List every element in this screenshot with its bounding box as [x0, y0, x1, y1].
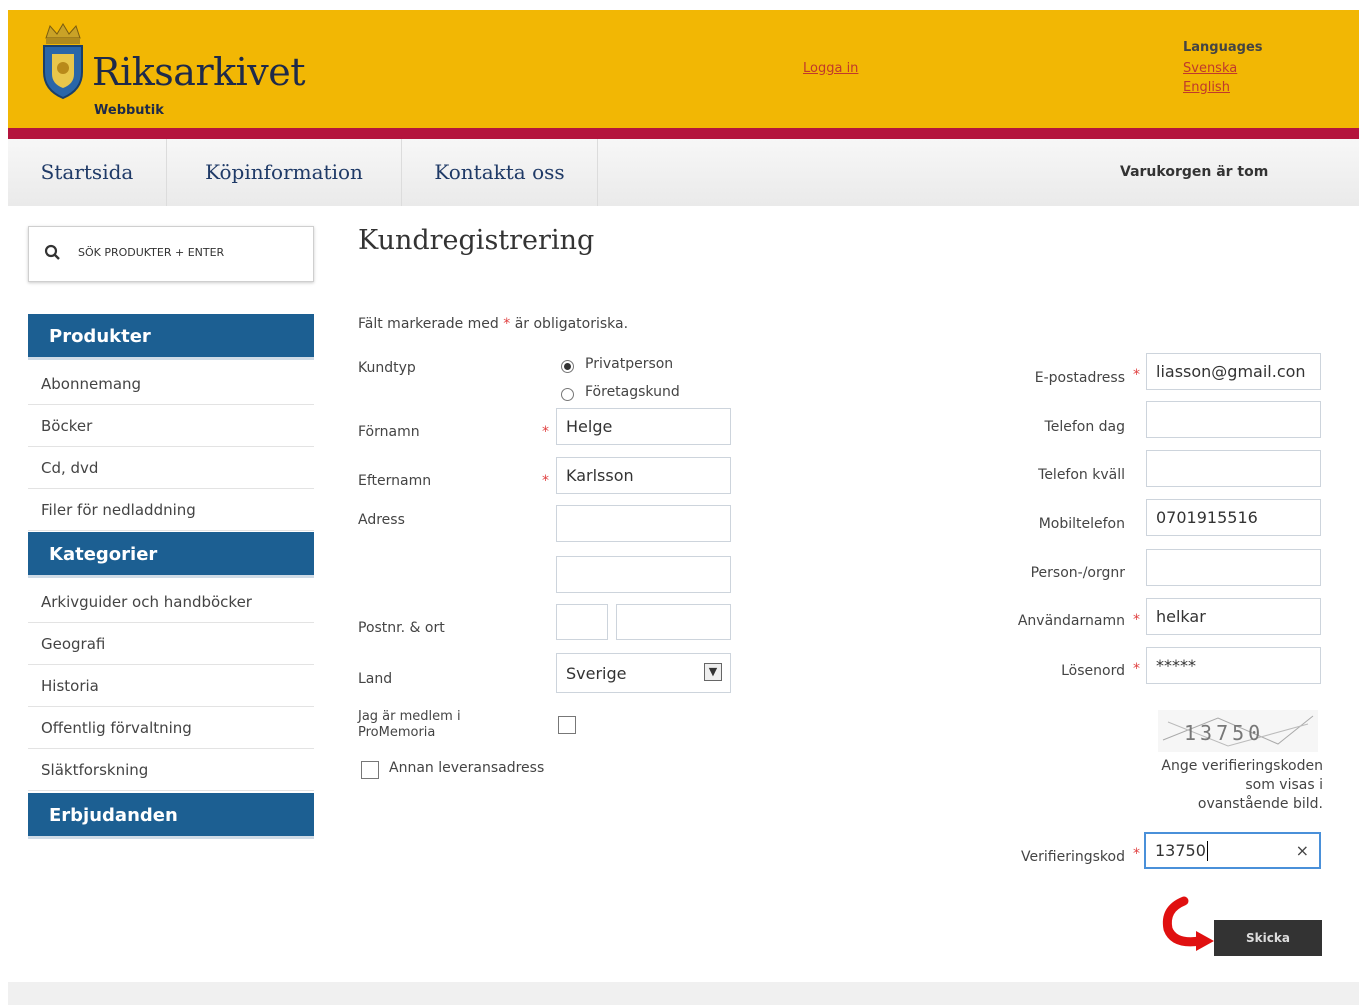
required-asterisk: * [1133, 612, 1140, 628]
telefon-dag-label: Telefon dag [1044, 419, 1125, 435]
radio-foretagskund-label[interactable]: Företagskund [585, 384, 680, 400]
sidebar-item-cd-dvd[interactable]: Cd, dvd [28, 447, 314, 489]
losenord-label: Lösenord [1061, 663, 1125, 679]
mobiltelefon-label: Mobiltelefon [1038, 516, 1125, 532]
verifieringskod-label: Verifieringskod [1021, 849, 1125, 865]
verifieringskod-value: 13750 [1155, 841, 1206, 860]
required-asterisk: * [1133, 661, 1140, 677]
login-link[interactable]: Logga in [803, 61, 858, 76]
sidebar-item-bocker[interactable]: Böcker [28, 405, 314, 447]
required-asterisk: * [503, 316, 511, 332]
epost-input[interactable]: liasson@gmail.con [1146, 353, 1321, 390]
header-divider [8, 128, 1359, 139]
adress-label: Adress [358, 512, 405, 528]
languages-heading: Languages [1183, 40, 1263, 55]
medlem-checkbox[interactable] [558, 716, 576, 734]
captcha-help-text: Ange verifieringskoden som visas i ovans… [1161, 758, 1323, 812]
coat-of-arms-icon [43, 23, 83, 100]
required-note-start: Fält markerade med [358, 316, 499, 332]
text-cursor [1206, 840, 1208, 861]
nav-tab-startsida[interactable]: Startsida [8, 139, 167, 206]
annan-leveransadress-label[interactable]: Annan leveransadress [389, 760, 544, 776]
sidebar-item-historia[interactable]: Historia [28, 665, 314, 707]
nav-tab-kopinformation[interactable]: Köpinformation [167, 139, 402, 206]
sidebar-item-abonnemang[interactable]: Abonnemang [28, 363, 314, 405]
verifieringskod-input[interactable]: 13750 × [1144, 832, 1321, 869]
person-orgnr-label: Person-/orgnr [1030, 565, 1125, 581]
person-orgnr-input[interactable] [1146, 549, 1321, 586]
telefon-dag-input[interactable] [1146, 401, 1321, 438]
sidebar-heading-produkter[interactable]: Produkter [28, 314, 314, 360]
cart-status[interactable]: Varukorgen är tom [1120, 164, 1268, 180]
page-title: Kundregistrering [358, 225, 595, 256]
nav-tab-kontakta-oss[interactable]: Kontakta oss [402, 139, 598, 206]
radio-privatperson[interactable] [561, 360, 574, 373]
efternamn-input[interactable]: Karlsson [556, 457, 731, 494]
postnr-ort-label: Postnr. & ort [358, 620, 445, 636]
mobiltelefon-input[interactable]: 0701915516 [1146, 499, 1321, 536]
sidebar-item-geografi[interactable]: Geografi [28, 623, 314, 665]
annan-leveransadress-checkbox[interactable] [361, 761, 379, 779]
efternamn-label: Efternamn [358, 473, 432, 489]
fornamn-input[interactable]: Helge [556, 408, 731, 445]
adress-input-1[interactable] [556, 505, 731, 542]
sidebar-item-filer[interactable]: Filer för nedladdning [28, 489, 314, 531]
required-note-end: är obligatoriska. [514, 316, 629, 332]
radio-privatperson-label[interactable]: Privatperson [585, 356, 673, 372]
site-logo-text[interactable]: Riksarkivet [92, 50, 306, 94]
captcha-code-text: 13750 [1184, 721, 1264, 745]
language-swedish-link[interactable]: Svenska [1183, 61, 1237, 76]
sidebar-item-slaktforskning[interactable]: Släktforskning [28, 749, 314, 791]
language-english-link[interactable]: English [1183, 80, 1230, 95]
required-asterisk: * [1133, 846, 1140, 862]
required-asterisk: * [1133, 367, 1140, 383]
epost-label: E-postadress [1034, 370, 1125, 386]
kundtyp-label: Kundtyp [358, 360, 416, 376]
chevron-down-icon[interactable]: ▼ [704, 663, 722, 681]
search-icon [44, 244, 60, 260]
fornamn-label: Förnamn [358, 424, 420, 440]
submit-button[interactable]: Skicka [1214, 920, 1322, 956]
medlem-label: Jag är medlem i ProMemoria [358, 709, 461, 740]
telefon-kvall-label: Telefon kväll [1038, 467, 1125, 483]
site-logo-subtitle: Webbutik [94, 103, 164, 118]
postnr-input[interactable] [556, 604, 608, 640]
required-asterisk: * [542, 424, 549, 440]
curved-arrow-icon [1162, 896, 1214, 951]
clear-icon[interactable]: × [1296, 841, 1309, 860]
required-note: Fält markerade med * är obligatoriska. [358, 316, 628, 332]
sidebar-item-offentlig-forvaltning[interactable]: Offentlig förvaltning [28, 707, 314, 749]
page-footer [8, 982, 1359, 1005]
search-input[interactable]: SÖK PRODUKTER + ENTER [78, 246, 224, 259]
anvandarnamn-label: Användarnamn [1017, 613, 1125, 629]
adress-input-2[interactable] [556, 556, 731, 593]
anvandarnamn-input[interactable]: helkar [1146, 598, 1321, 635]
required-asterisk: * [542, 473, 549, 489]
land-label: Land [358, 671, 393, 687]
land-select[interactable]: Sverige ▼ [556, 653, 731, 693]
ort-input[interactable] [616, 604, 731, 640]
sidebar-heading-erbjudanden[interactable]: Erbjudanden [28, 793, 314, 839]
sidebar-heading-kategorier[interactable]: Kategorier [28, 532, 314, 578]
sidebar-item-arkivguider[interactable]: Arkivguider och handböcker [28, 581, 314, 623]
captcha-image: 13750 [1158, 710, 1318, 752]
losenord-input[interactable]: ***** [1146, 647, 1321, 684]
telefon-kvall-input[interactable] [1146, 450, 1321, 487]
radio-foretagskund[interactable] [561, 388, 574, 401]
land-select-value: Sverige [566, 663, 627, 683]
